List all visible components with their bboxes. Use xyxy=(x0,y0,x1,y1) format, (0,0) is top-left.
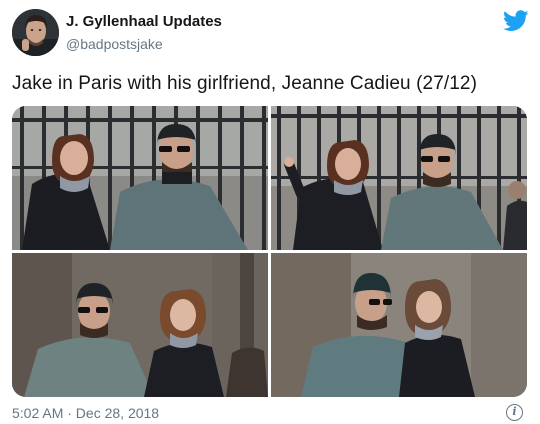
photo-4[interactable] xyxy=(271,253,527,397)
tweet-text: Jake in Paris with his girlfriend, Jeann… xyxy=(12,73,478,94)
display-name[interactable]: J. Gyllenhaal Updates xyxy=(66,13,222,30)
avatar[interactable] xyxy=(12,9,59,56)
photo-3[interactable] xyxy=(12,253,268,397)
user-handle[interactable]: @badpostsjake xyxy=(66,36,163,52)
avatar-image xyxy=(12,9,59,56)
photo-2[interactable] xyxy=(271,106,527,250)
twitter-bird-icon[interactable] xyxy=(502,10,529,32)
info-icon[interactable]: i xyxy=(506,404,523,421)
tweet-timestamp[interactable]: 5:02 AM · Dec 28, 2018 xyxy=(12,405,159,421)
media-grid xyxy=(12,106,527,397)
photo-1[interactable] xyxy=(12,106,268,250)
